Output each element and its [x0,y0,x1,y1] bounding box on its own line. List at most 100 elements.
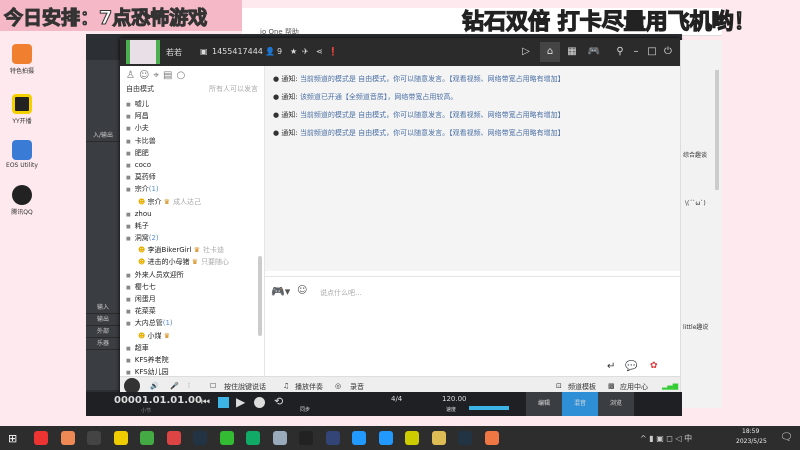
taskbar-app-icon[interactable] [246,431,260,445]
rewind-icon[interactable]: ⏮ [201,397,210,408]
share-icon[interactable]: ⋖ [316,47,323,56]
member-item[interactable]: ■ coco [126,159,264,171]
taskbar-app-icon[interactable] [272,431,287,445]
template-button[interactable]: 频道模板 [568,382,596,392]
video-icon[interactable]: ▷ [516,42,536,62]
member-item[interactable]: ■ 卡比兽 [126,135,264,147]
desktop-icon-camera[interactable]: 特色拍摄 [4,44,40,75]
member-item[interactable]: ■ 莫药师 [126,171,264,183]
sub-member-item[interactable]: ☻ 李逍BikerGirl ♛ 社卡迪 [126,244,264,256]
taskbar-app-icon[interactable] [405,431,419,445]
grid-icon[interactable]: ▦ [562,42,582,62]
sub-member-item[interactable]: ☻ 小煤 ♛ [126,330,264,342]
group-item[interactable]: ■ KFS养老院 [126,354,264,366]
right-item[interactable]: little趣说 [683,322,708,331]
taskbar-app-icon[interactable] [140,431,154,445]
taskbar-app-icon[interactable] [113,431,128,445]
desktop-icon-eos[interactable]: EOS Utility [4,140,40,169]
channel-avatar[interactable] [126,40,160,64]
windows-start-icon[interactable]: ⊞ [8,432,17,445]
browse-mode-button[interactable]: 浏览 [598,392,634,416]
location-tab-icon[interactable]: ⌖ [153,70,163,81]
gamepad-emoji-icon[interactable]: 🎮▾ [271,285,290,298]
template-icon[interactable]: ⊡ [556,382,562,390]
input-area[interactable]: 🎮▾ ☺ 说点什么吧... ↵ 💬 ✿ [265,276,680,376]
mode-select[interactable]: 自由模式 [126,84,154,98]
message-input[interactable]: 说点什么吧... [320,288,362,298]
member-item[interactable]: ■ 闲蛋月 [126,293,264,305]
clock-time[interactable]: 18:59 [742,428,759,435]
qr-icon[interactable]: ▩ [608,382,615,390]
loop-icon[interactable]: ⟲ [274,395,283,408]
gamepad-icon[interactable]: 🎮 [584,42,604,62]
taskbar-app-icon[interactable] [193,431,207,445]
taskbar-app-icon[interactable] [431,431,446,445]
record-icon[interactable]: ◎ [335,382,341,390]
taskbar-app-icon[interactable] [219,431,234,445]
sub-member-item[interactable]: ☻ 进击的小母猪 ♛ 只要随心 [126,256,264,268]
mode-row[interactable]: 自由模式 所有人可以发言 [120,84,264,98]
member-item[interactable]: ■ zhou [126,208,264,220]
emoji-tab-icon[interactable]: ☺ [139,70,153,81]
ptt-checkbox[interactable]: ☐ [210,382,216,390]
taskbar-app-icon[interactable] [87,431,101,445]
sub-member-item[interactable]: ☻ 宗介 ♛ 成人达己 [126,196,264,208]
right-item[interactable]: 综合趣谈 [683,150,707,159]
member-item[interactable]: ■ 宗介(1) [126,183,264,195]
right-scrollbar[interactable] [715,70,719,190]
info-icon[interactable]: ❗ [328,47,338,56]
enter-icon[interactable]: ↵ [607,361,615,372]
mixer-icon[interactable]: ⫶ [188,382,190,391]
board-tab-icon[interactable]: ▤ [163,70,176,81]
power-icon[interactable]: ⏻ [658,42,678,62]
music-icon[interactable]: ♫ [283,382,289,390]
member-item[interactable]: ■ 超車 [126,342,264,354]
taskbar-app-icon[interactable] [325,431,340,445]
member-item[interactable]: ■ 小夫 [126,122,264,134]
member-item[interactable]: ■ 肥肥 [126,147,264,159]
edit-mode-button[interactable]: 编辑 [526,392,562,416]
taskbar-app-icon[interactable] [352,431,366,445]
search-icon[interactable]: ○ [177,70,190,81]
taskbar-app-icon[interactable] [484,431,499,445]
play-icon[interactable]: ▶ [236,395,245,409]
clock-date[interactable]: 2023/5/25 [736,438,767,445]
record-button[interactable]: 录音 [350,382,364,392]
plane-icon[interactable]: ✈ [302,47,309,56]
notification-icon[interactable]: 🗨 [780,432,793,443]
taskbar-app-icon[interactable] [378,431,393,445]
member-item[interactable]: ■ 嘘儿 [126,98,264,110]
chat-bubble-icon[interactable]: 💬 [625,361,637,372]
right-item[interactable]: \(ˊ`ω`) [685,200,706,207]
member-item[interactable]: ■ 樱七七 [126,281,264,293]
speaker-icon[interactable]: 🔊 [150,382,159,390]
member-item[interactable]: ■ 花菜菜 [126,305,264,317]
mic-icon[interactable]: 🎤 [170,382,179,390]
member-item[interactable]: ■ 耗子 [126,220,264,232]
panel-tabs[interactable]: ♙☺⌖▤○ [120,66,264,84]
translate-icon[interactable]: ☺ [297,285,307,296]
mix-mode-button[interactable]: 混音 [562,392,598,416]
user-tab-icon[interactable]: ♙ [126,70,139,81]
member-item[interactable]: ■ 洞窝(2) [126,232,264,244]
member-item[interactable]: ■ 阿昌 [126,110,264,122]
music-button[interactable]: 播放伴奏 [295,382,323,392]
desktop-icon-yy[interactable]: YY开播 [4,94,40,125]
taskbar-app-icon[interactable] [60,431,75,445]
taskbar-app-icon[interactable] [299,431,313,445]
stop-button[interactable] [218,397,229,408]
desktop-icon-qq[interactable]: 腾讯QQ [4,185,40,216]
rose-icon[interactable]: ✿ [650,361,658,371]
member-item[interactable]: ■ 大内总管(1) [126,317,264,329]
tray-icons[interactable]: ^ ▮ ▣ ◻ ◁ 中 [640,433,692,444]
record-dot-icon[interactable] [254,397,265,408]
scrollbar[interactable] [258,256,262,336]
home-icon[interactable]: ⌂ [540,42,560,62]
member-item[interactable]: ■ 外来人员欢迎所 [126,269,264,281]
volume-bar[interactable] [469,406,509,410]
app-center-button[interactable]: 应用中心 [620,382,648,392]
taskbar-app-icon[interactable] [458,431,472,445]
taskbar-app-icon[interactable] [34,431,48,445]
taskbar-app-icon[interactable] [166,431,181,445]
star-icon[interactable]: ★ [290,47,297,56]
